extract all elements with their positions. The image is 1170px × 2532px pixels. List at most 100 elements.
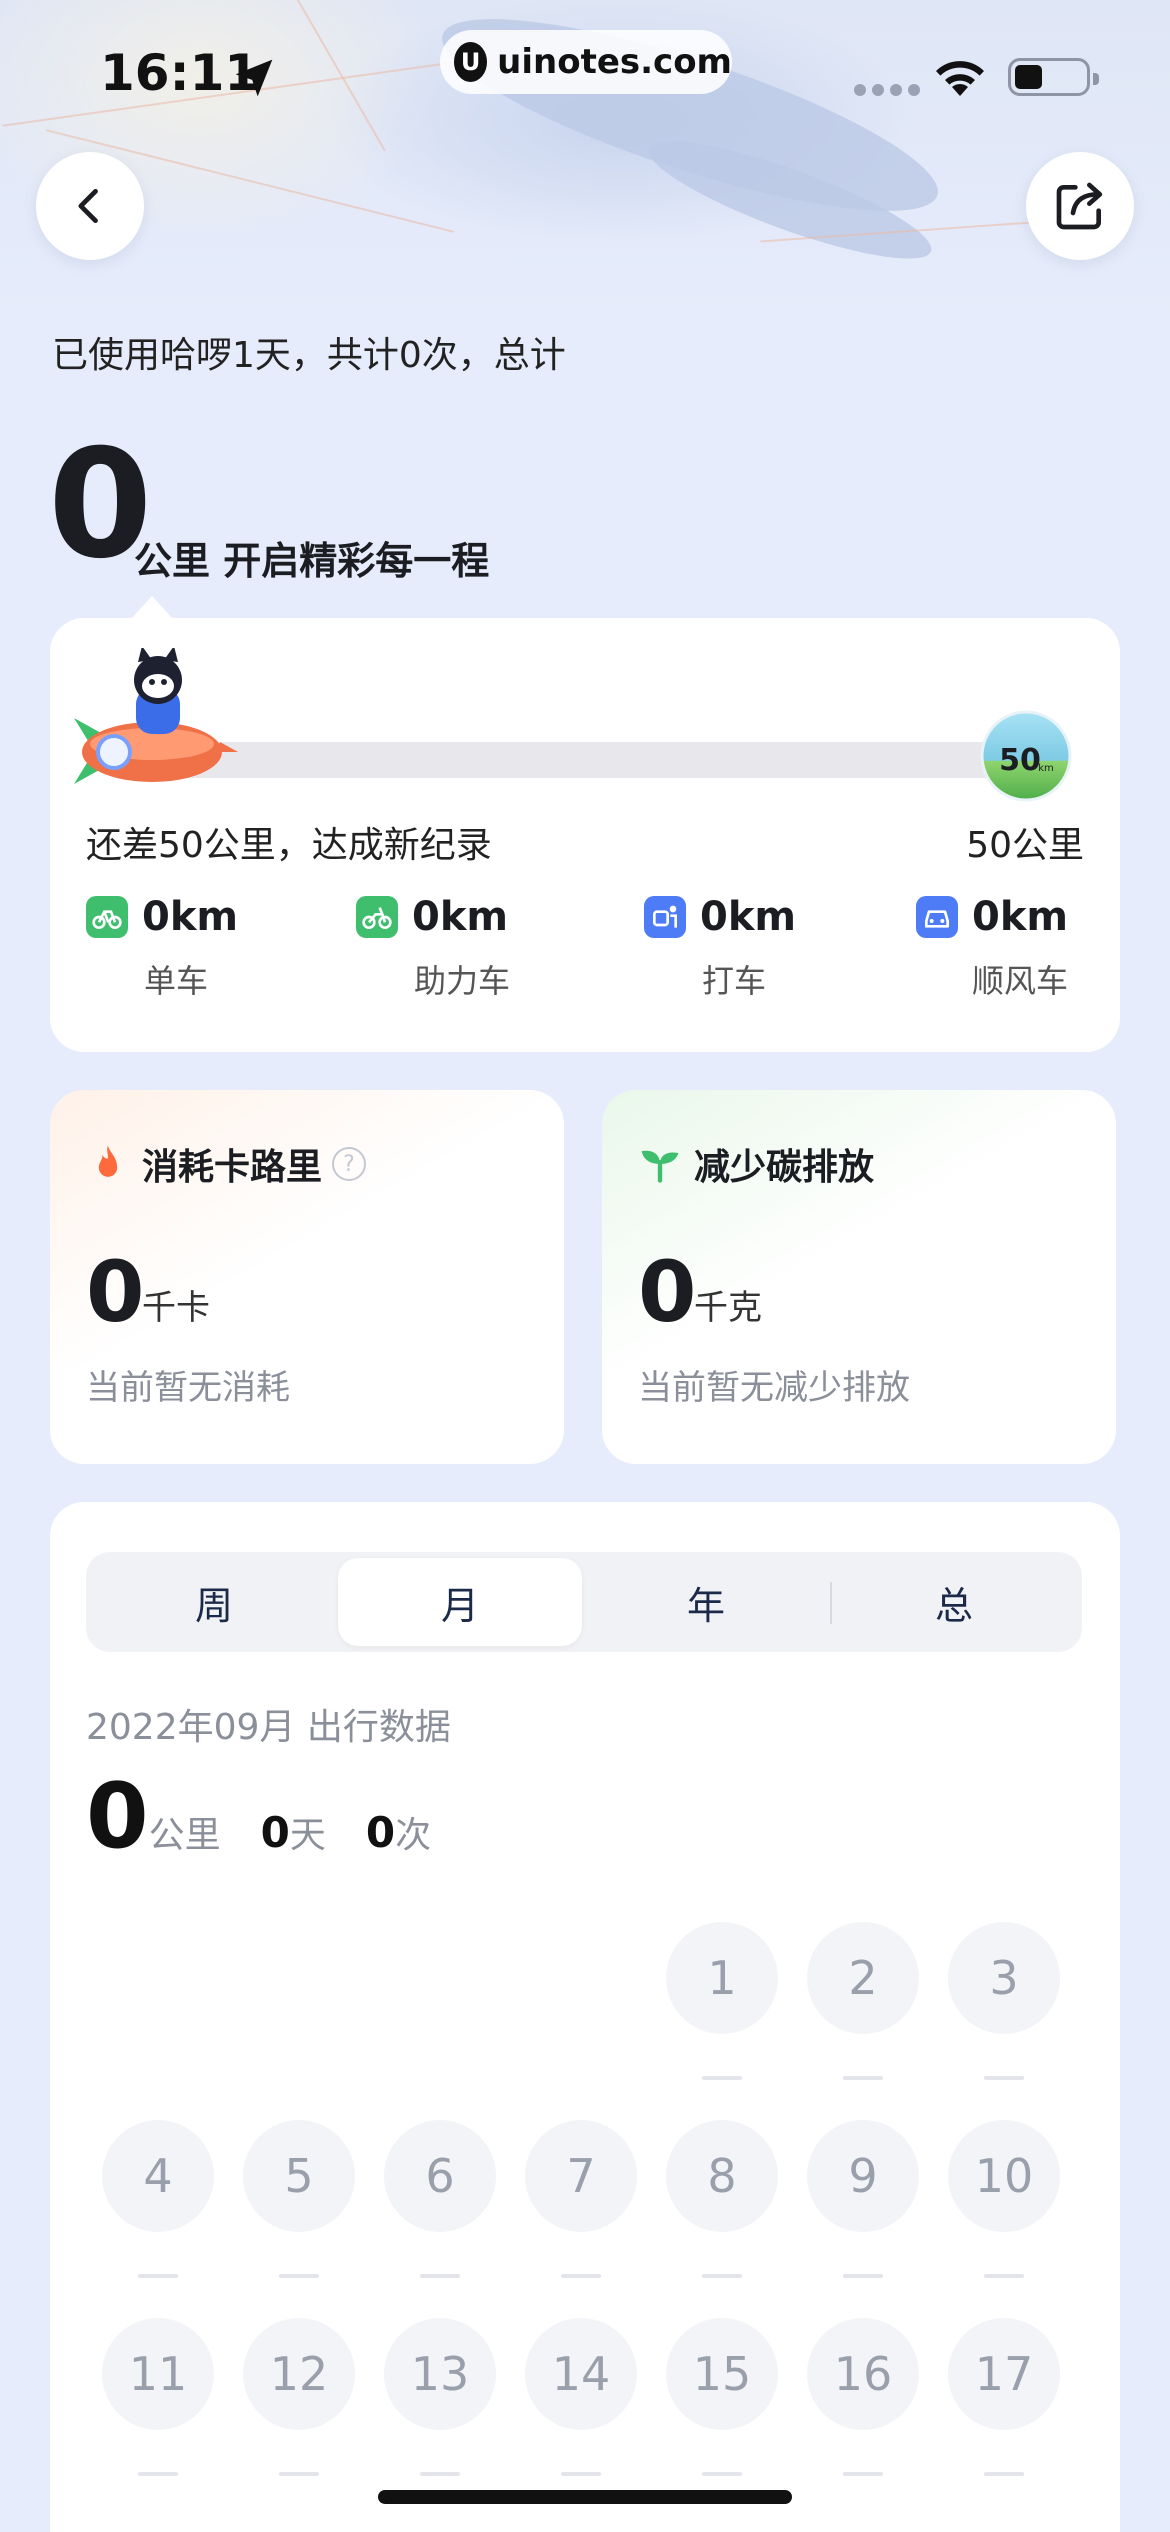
- url-pill[interactable]: U uinotes.com: [440, 30, 732, 94]
- tab-month[interactable]: 月: [338, 1558, 582, 1646]
- total-km-unit: 公里 开启精彩每一程: [134, 539, 490, 583]
- calendar-day[interactable]: 15: [666, 2318, 778, 2430]
- mode-label: 助力车: [414, 962, 511, 1000]
- battery-icon: [1008, 58, 1099, 96]
- mode-value: 0km: [412, 894, 509, 940]
- calories-value: 0: [86, 1243, 145, 1341]
- calendar-day[interactable]: 9: [807, 2120, 919, 2232]
- day-dash: [984, 2274, 1024, 2278]
- month-km-value: 0: [86, 1764, 149, 1869]
- mode-label: 顺风车: [972, 962, 1069, 1000]
- calendar-day[interactable]: 11: [102, 2318, 214, 2430]
- url-text: uinotes.com: [497, 42, 732, 82]
- calendar-day[interactable]: 8: [666, 2120, 778, 2232]
- calendar-day[interactable]: 4: [102, 2120, 214, 2232]
- mode-value: 0km: [972, 894, 1069, 940]
- mode-carpool: 0km 顺风车: [916, 894, 1116, 1002]
- back-button[interactable]: [36, 152, 144, 260]
- calendar-day[interactable]: 5: [243, 2120, 355, 2232]
- tab-total[interactable]: 总: [832, 1558, 1076, 1646]
- carbon-value: 0: [638, 1243, 697, 1341]
- mode-label: 单车: [144, 962, 209, 1000]
- day-dash: [702, 2076, 742, 2080]
- wifi-icon: [936, 61, 984, 96]
- month-days-unit: 天: [289, 1815, 326, 1856]
- usage-summary: 已使用哈啰1天，共计0次，总计: [52, 335, 566, 376]
- mode-taxi: 0km 打车: [644, 894, 844, 1002]
- calendar-day[interactable]: 7: [525, 2120, 637, 2232]
- day-dash: [561, 2274, 601, 2278]
- day-dash: [279, 2472, 319, 2476]
- day-dash: [420, 2274, 460, 2278]
- day-dash: [561, 2472, 601, 2476]
- home-indicator: [378, 2490, 792, 2504]
- calendar-day[interactable]: 1: [666, 1922, 778, 2034]
- carbon-title-text: 减少碳排放: [694, 1147, 875, 1188]
- goal-badge-number: 50: [999, 743, 1041, 778]
- rocket-mascot-icon: [74, 648, 238, 784]
- day-dash: [138, 2274, 178, 2278]
- month-times-value: 0: [365, 1808, 396, 1857]
- period-segmented-control: 周 月 年 总: [86, 1552, 1082, 1652]
- tab-year[interactable]: 年: [584, 1558, 828, 1646]
- calendar-day[interactable]: 16: [807, 2318, 919, 2430]
- progress-card: 50 km 还差50公里，达成新纪录 50公里 0km 单车 0km 助力车 0…: [50, 618, 1120, 1052]
- fire-icon: [98, 1145, 118, 1177]
- day-dash: [420, 2472, 460, 2476]
- month-days-value: 0: [260, 1808, 290, 1857]
- calendar-day[interactable]: 14: [525, 2318, 637, 2430]
- remaining-distance-text: 还差50公里，达成新纪录: [86, 825, 492, 866]
- help-icon[interactable]: ?: [332, 1147, 367, 1181]
- calendar-day[interactable]: 13: [384, 2318, 496, 2430]
- day-dash: [984, 2076, 1024, 2080]
- chevron-left-icon: [78, 188, 98, 224]
- calendar-day[interactable]: 10: [948, 2120, 1060, 2232]
- calendar-day[interactable]: 3: [948, 1922, 1060, 2034]
- goal-distance-text: 50公里: [966, 825, 1084, 866]
- calories-card: 消耗卡路里 ? 0 千卡 当前暂无消耗: [50, 1090, 564, 1464]
- goal-badge-icon: 50 km: [980, 710, 1072, 802]
- taxi-icon: [644, 896, 686, 938]
- sprout-icon: [641, 1150, 679, 1183]
- stats-card: 周 月 年 总 2022年09月 出行数据 0 公里 0 天 0 次 1 2 3…: [50, 1502, 1120, 2532]
- day-dash: [843, 2076, 883, 2080]
- goal-badge-unit: km: [1038, 763, 1054, 774]
- month-stats: 0 公里 0 天 0 次: [86, 1772, 471, 1862]
- day-dash: [138, 2472, 178, 2476]
- calendar-day[interactable]: 17: [948, 2318, 1060, 2430]
- ebike-icon: [356, 896, 398, 938]
- mode-value: 0km: [700, 894, 797, 940]
- mode-bike: 0km 单车: [86, 894, 286, 1002]
- calories-desc: 当前暂无消耗: [86, 1368, 290, 1408]
- car-icon: [916, 896, 958, 938]
- day-dash: [843, 2472, 883, 2476]
- calendar-day[interactable]: 2: [807, 1922, 919, 2034]
- month-title: 2022年09月 出行数据: [86, 1707, 451, 1748]
- day-dash: [702, 2274, 742, 2278]
- carbon-card: 减少碳排放 0 千克 当前暂无减少排放: [602, 1090, 1116, 1464]
- carbon-desc: 当前暂无减少排放: [638, 1368, 910, 1408]
- mode-label: 打车: [702, 962, 767, 1000]
- bike-icon: [86, 896, 128, 938]
- month-km-unit: 公里: [148, 1815, 221, 1856]
- mode-value: 0km: [142, 894, 239, 940]
- card-pointer: [130, 596, 174, 620]
- day-dash: [984, 2472, 1024, 2476]
- share-button[interactable]: [1026, 152, 1134, 260]
- progress-track: [160, 742, 1040, 778]
- calories-title: 消耗卡路里 ?: [86, 1138, 367, 1190]
- carbon-title: 减少碳排放: [638, 1138, 874, 1190]
- tab-week[interactable]: 周: [92, 1558, 336, 1646]
- day-dash: [702, 2472, 742, 2476]
- mode-ebike: 0km 助力车: [356, 894, 556, 1002]
- cellular-signal-icon: [854, 84, 920, 96]
- month-times-unit: 次: [395, 1815, 432, 1856]
- site-logo-icon: U: [454, 42, 488, 82]
- day-dash: [843, 2274, 883, 2278]
- calendar-day[interactable]: 12: [243, 2318, 355, 2430]
- calories-title-text: 消耗卡路里: [142, 1147, 323, 1188]
- share-icon: [1056, 182, 1103, 230]
- calendar-day[interactable]: 6: [384, 2120, 496, 2232]
- day-dash: [279, 2274, 319, 2278]
- carbon-unit: 千克: [694, 1288, 762, 1328]
